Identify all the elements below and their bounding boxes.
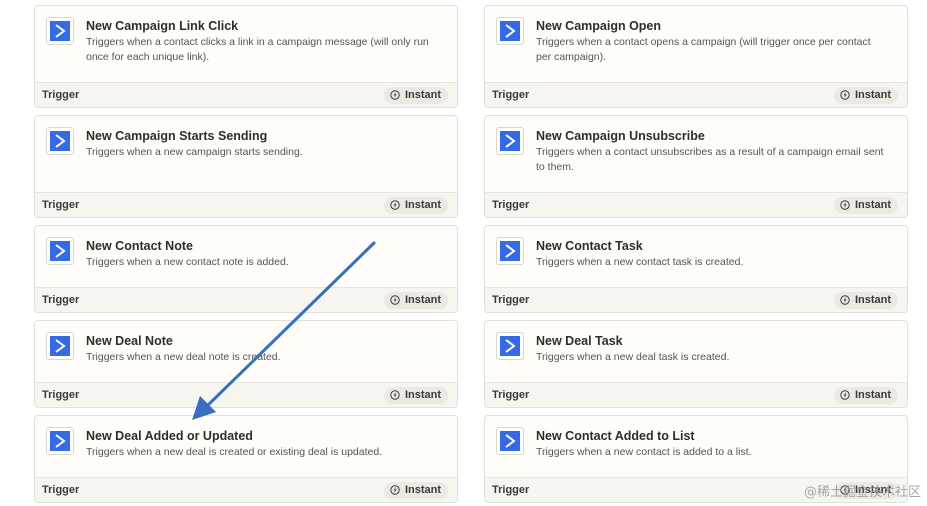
card-body: New Campaign Link Click Triggers when a …	[35, 6, 457, 65]
trigger-card[interactable]: New Campaign Open Triggers when a contac…	[484, 5, 908, 108]
trigger-card[interactable]: New Contact Note Triggers when a new con…	[34, 225, 458, 313]
instant-badge-label: Instant	[854, 199, 891, 211]
card-title: New Campaign Link Click	[86, 19, 239, 33]
instant-badge-label: Instant	[404, 89, 441, 101]
card-description: Triggers when a new contact is added to …	[536, 446, 752, 458]
card-body: New Contact Added to List Triggers when …	[485, 416, 907, 460]
card-title: New Deal Task	[536, 334, 623, 348]
instant-badge: Instant	[383, 291, 448, 309]
lightning-bolt-icon	[840, 390, 850, 400]
trigger-type-label: Trigger	[492, 199, 530, 211]
card-body: New Contact Task Triggers when a new con…	[485, 226, 907, 270]
activecampaign-icon	[46, 332, 74, 360]
card-description: Triggers when a new deal task is created…	[536, 351, 730, 363]
card-body: New Campaign Unsubscribe Triggers when a…	[485, 116, 907, 175]
card-footer: Trigger Instant	[485, 287, 907, 312]
activecampaign-icon	[46, 427, 74, 455]
card-footer: Trigger Instant	[35, 82, 457, 107]
trigger-card[interactable]: New Contact Task Triggers when a new con…	[484, 225, 908, 313]
activecampaign-icon	[496, 17, 524, 45]
instant-badge-label: Instant	[854, 89, 891, 101]
card-description: Triggers when a new contact task is crea…	[536, 256, 744, 268]
card-title: New Contact Note	[86, 239, 193, 253]
instant-badge: Instant	[383, 86, 448, 104]
lightning-bolt-icon	[840, 90, 850, 100]
instant-badge-label: Instant	[854, 389, 891, 401]
card-description: Triggers when a new deal is created or e…	[86, 446, 383, 458]
card-footer: Trigger Instant	[485, 82, 907, 107]
lightning-bolt-icon	[390, 90, 400, 100]
card-footer: Trigger Instant	[485, 382, 907, 407]
card-title: New Contact Added to List	[536, 429, 695, 443]
card-body: New Deal Note Triggers when a new deal n…	[35, 321, 457, 365]
card-description: Triggers when a contact unsubscribes as …	[536, 146, 884, 173]
lightning-bolt-icon	[840, 295, 850, 305]
activecampaign-icon	[46, 237, 74, 265]
instant-badge-label: Instant	[854, 294, 891, 306]
activecampaign-icon	[46, 17, 74, 45]
card-footer: Trigger Instant	[485, 192, 907, 217]
lightning-bolt-icon	[840, 200, 850, 210]
instant-badge-label: Instant	[404, 294, 441, 306]
instant-badge-label: Instant	[404, 199, 441, 211]
trigger-type-label: Trigger	[42, 89, 80, 101]
card-description: Triggers when a contact opens a campaign…	[536, 36, 871, 63]
trigger-card[interactable]: New Deal Note Triggers when a new deal n…	[34, 320, 458, 408]
trigger-type-label: Trigger	[42, 199, 80, 211]
trigger-card[interactable]: New Deal Added or Updated Triggers when …	[34, 415, 458, 503]
card-footer: Trigger Instant	[35, 382, 457, 407]
watermark: @稀土掘金技术社区	[803, 485, 921, 500]
instant-badge: Instant	[833, 291, 898, 309]
card-title: New Campaign Open	[536, 19, 662, 33]
instant-badge: Instant	[383, 196, 448, 214]
trigger-card[interactable]: New Campaign Starts Sending Triggers whe…	[34, 115, 458, 218]
card-body: New Deal Added or Updated Triggers when …	[35, 416, 457, 460]
card-body: New Campaign Open Triggers when a contac…	[485, 6, 907, 65]
instant-badge-label: Instant	[404, 389, 441, 401]
card-footer: Trigger Instant	[35, 192, 457, 217]
trigger-type-label: Trigger	[492, 484, 530, 496]
trigger-type-label: Trigger	[42, 294, 80, 306]
trigger-list-page: New Campaign Link Click Triggers when a …	[0, 0, 927, 506]
card-description: Triggers when a contact clicks a link in…	[86, 36, 429, 63]
trigger-card[interactable]: New Campaign Unsubscribe Triggers when a…	[484, 115, 908, 218]
card-description: Triggers when a new campaign starts send…	[86, 146, 303, 158]
trigger-type-label: Trigger	[42, 484, 80, 496]
instant-badge: Instant	[383, 386, 448, 404]
card-body: New Contact Note Triggers when a new con…	[35, 226, 457, 270]
card-body: New Deal Task Triggers when a new deal t…	[485, 321, 907, 365]
card-title: New Campaign Unsubscribe	[536, 129, 705, 143]
trigger-type-label: Trigger	[492, 89, 530, 101]
card-title: New Deal Note	[86, 334, 173, 348]
instant-badge: Instant	[833, 86, 898, 104]
instant-badge-label: Instant	[404, 484, 441, 496]
trigger-card[interactable]: New Campaign Link Click Triggers when a …	[34, 5, 458, 108]
card-title: New Campaign Starts Sending	[86, 129, 268, 143]
card-description: Triggers when a new contact note is adde…	[86, 256, 289, 268]
card-footer: Trigger Instant	[35, 287, 457, 312]
trigger-type-label: Trigger	[492, 389, 530, 401]
activecampaign-icon	[496, 237, 524, 265]
lightning-bolt-icon	[390, 485, 400, 495]
trigger-type-label: Trigger	[492, 294, 530, 306]
card-title: New Contact Task	[536, 239, 643, 253]
card-title: New Deal Added or Updated	[86, 429, 253, 443]
card-footer: Trigger Instant	[35, 477, 457, 502]
card-description: Triggers when a new deal note is created…	[86, 351, 281, 363]
card-body: New Campaign Starts Sending Triggers whe…	[35, 116, 457, 160]
activecampaign-icon	[496, 427, 524, 455]
activecampaign-icon	[46, 127, 74, 155]
lightning-bolt-icon	[390, 390, 400, 400]
activecampaign-icon	[496, 127, 524, 155]
lightning-bolt-icon	[390, 295, 400, 305]
instant-badge: Instant	[833, 386, 898, 404]
instant-badge: Instant	[383, 481, 448, 499]
instant-badge: Instant	[833, 196, 898, 214]
trigger-card[interactable]: New Deal Task Triggers when a new deal t…	[484, 320, 908, 408]
trigger-type-label: Trigger	[42, 389, 80, 401]
activecampaign-icon	[496, 332, 524, 360]
lightning-bolt-icon	[390, 200, 400, 210]
